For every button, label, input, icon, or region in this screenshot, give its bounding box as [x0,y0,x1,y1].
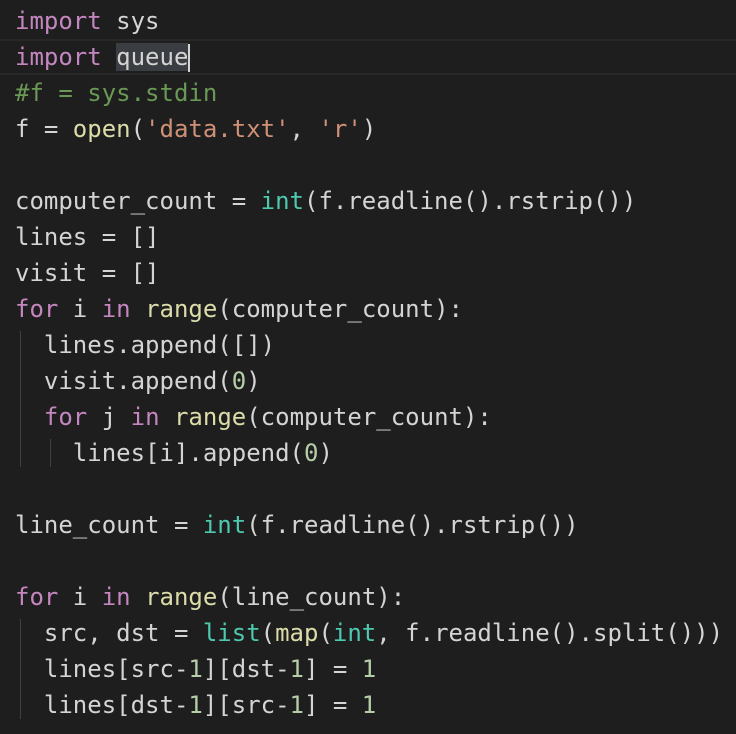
code-text: lines = [] [15,223,160,251]
number-literal: 1 [289,655,304,683]
keyword: import [15,7,102,35]
code-text: i [58,295,102,323]
code-text: ][dst- [202,655,290,683]
code-text: lines[dst- [15,691,189,719]
code-text: , [289,115,319,143]
code-text: visit = [] [15,259,160,287]
code-text: lines[i].append( [15,439,304,467]
indent-guide [20,619,21,719]
function-name: range [145,295,218,323]
code-line[interactable]: for i in range(line_count): [15,579,405,615]
code-line[interactable]: import sys [15,3,160,39]
code-line[interactable]: line_count = int(f.readline().rstrip()) [15,507,579,543]
code-text: f = [15,115,73,143]
code-text: (line_count): [217,583,406,611]
number-literal: 1 [188,691,203,719]
text-cursor [188,44,191,72]
code-text: ( [318,619,333,647]
code-line[interactable]: src, dst = list(map(int, f.readline().sp… [15,615,723,651]
code-line[interactable]: for j in range(computer_count): [15,399,492,435]
code-line[interactable]: import queue [0,39,736,75]
number-literal: 0 [231,367,247,395]
code-line[interactable]: #f = sys.stdin [15,75,217,111]
indent-guide [50,439,51,467]
code-text: ( [130,115,146,143]
code-line[interactable]: lines = [] [15,219,160,255]
code-text: , f.readline().split())) [376,619,724,647]
code-text: computer_count = [15,187,261,215]
keyword: for [15,295,59,323]
code-line[interactable]: lines[src-1][dst-1] = 1 [15,651,376,687]
selected-text: queue [116,43,189,71]
code-text: j [87,403,131,431]
keyword: import [15,43,102,71]
code-text: lines.append([]) [15,331,276,359]
code-line[interactable]: lines[i].append(0) [15,435,333,471]
code-text: (computer_count): [217,295,463,323]
code-line[interactable]: visit = [] [15,255,160,291]
code-text: ] = [304,655,362,683]
code-line[interactable]: lines[dst-1][src-1] = 1 [15,687,376,723]
code-text: ( [260,619,276,647]
builtin-type: int [260,187,304,215]
code-text: i [58,583,102,611]
builtin-type: list [202,619,261,647]
code-line[interactable]: f = open('data.txt', 'r') [15,111,376,147]
builtin-type: int [332,619,377,647]
comment: #f = sys.stdin [15,79,218,107]
code-line[interactable]: computer_count = int(f.readline().rstrip… [15,183,636,219]
code-text: ) [318,439,333,467]
code-text: (f.readline().rstrip()) [304,187,637,215]
number-literal: 1 [361,655,377,683]
builtin-type: int [202,511,247,539]
keyword: in [130,403,160,431]
code-line[interactable]: for i in range(computer_count): [15,291,463,327]
number-literal: 1 [289,691,304,719]
keyword: in [101,583,131,611]
code-text: (computer_count): [246,403,492,431]
function-name: map [275,619,319,647]
function-name: range [173,403,247,431]
code-text: (f.readline().rstrip()) [246,511,579,539]
code-text: visit.append( [15,367,232,395]
indent-guide [20,331,21,467]
function-name: range [145,583,218,611]
code-text: line_count = [15,511,203,539]
code-text: sys [101,7,160,35]
code-text: ) [246,367,261,395]
keyword: for [43,403,88,431]
keyword: for [15,583,59,611]
string-literal: 'r' [318,115,362,143]
code-text: src, dst = [15,619,203,647]
code-editor[interactable]: import sys import queue #f = sys.stdin f = … [0,0,736,734]
code-text: ] = [304,691,362,719]
keyword: in [101,295,131,323]
code-text: ) [361,115,377,143]
code-line[interactable]: lines.append([]) [15,327,275,363]
number-literal: 1 [188,655,203,683]
function-name: open [72,115,131,143]
code-line[interactable]: visit.append(0) [15,363,261,399]
code-text: ][src- [202,691,290,719]
number-literal: 1 [361,691,377,719]
string-literal: 'data.txt' [145,115,290,143]
code-text: lines[src- [15,655,189,683]
number-literal: 0 [303,439,319,467]
